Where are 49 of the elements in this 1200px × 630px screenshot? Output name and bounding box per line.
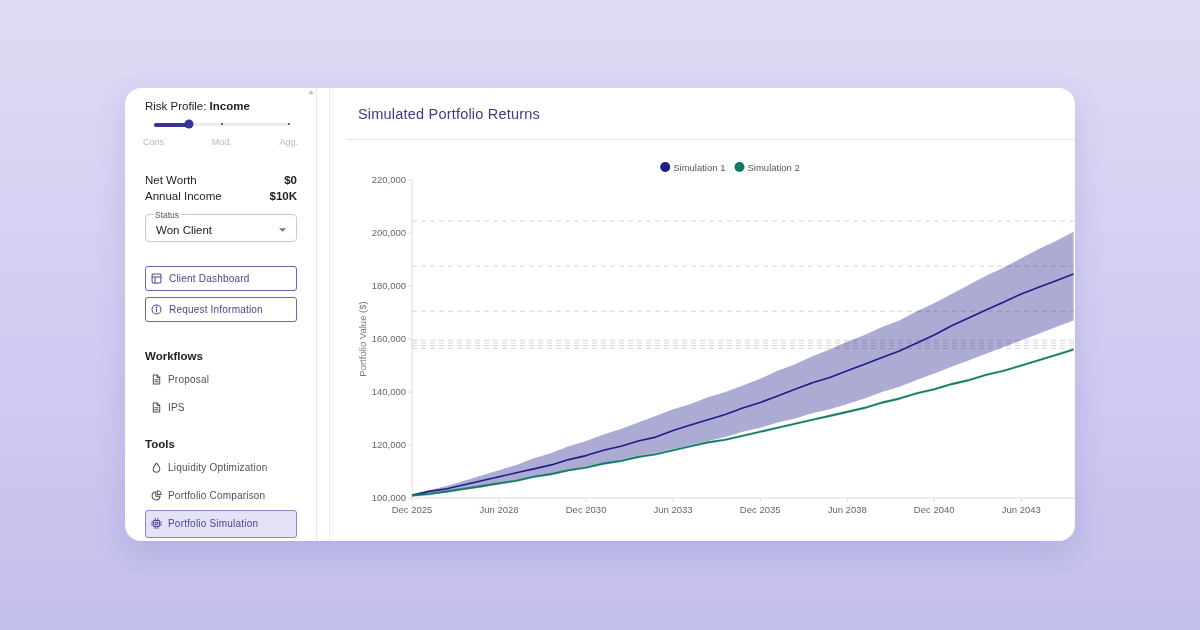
axis-tick-label: Dec 2035: [739, 503, 781, 515]
axis-tick-label: Jun 2028: [479, 503, 519, 515]
axis-tick-label: 120,000: [371, 439, 406, 451]
nav-item[interactable]: Proposal: [145, 365, 297, 394]
section-heading: Tools: [145, 436, 176, 452]
axis-tick-label: Dec 2040: [913, 503, 955, 515]
legend-label: Simulation 2: [747, 161, 800, 173]
axis-tick-label: Dec 2025: [391, 503, 433, 515]
action-button[interactable]: Client Dashboard: [145, 265, 297, 291]
info-icon: [151, 303, 162, 315]
axis-tick-label: 100,000: [371, 492, 406, 504]
axis-title: Portfolio Value ($): [357, 301, 368, 377]
axis-tick-label: 180,000: [371, 280, 406, 292]
nav-item[interactable]: Liquidity Optimization: [145, 453, 297, 482]
nav-item[interactable]: IPS: [145, 393, 297, 422]
document-icon: [151, 402, 162, 413]
chip-icon: [151, 518, 162, 529]
risk-slider-track[interactable]: [154, 122, 289, 126]
panel-title: Simulated Portfolio Returns: [358, 105, 540, 122]
status-select[interactable]: Status Won Client: [145, 209, 297, 242]
axis-tick-label: 220,000: [371, 174, 406, 186]
axis-tick-label: 200,000: [371, 227, 406, 239]
summary-label: Annual Income: [145, 188, 222, 204]
axis-tick-label: 140,000: [371, 386, 406, 398]
section-heading: Workflows: [145, 348, 204, 364]
axis-tick-label: Jun 2033: [653, 503, 693, 515]
slider-tick-label: Cons: [143, 135, 164, 148]
drop-icon: [151, 462, 162, 473]
axis-tick-label: Jun 2038: [827, 503, 867, 515]
slider-thumb[interactable]: [184, 119, 194, 129]
axis-tick-label: 160,000: [371, 333, 406, 345]
action-button[interactable]: Request Information: [145, 296, 297, 322]
risk-profile-label: Risk Profile: Income: [145, 99, 251, 113]
summary-value: $0: [284, 172, 297, 188]
select-label: Status: [154, 209, 181, 220]
summary-label: Net Worth: [145, 172, 197, 188]
nav-item[interactable]: Portfolio Simulation: [145, 509, 297, 538]
axis-tick-label: Dec 2030: [565, 503, 607, 515]
slider-tick-label: Mod.: [211, 135, 232, 148]
slider-tick-label: Agg.: [279, 135, 298, 148]
legend-label: Simulation 1: [673, 161, 726, 173]
document-icon: [151, 374, 162, 385]
nav-item[interactable]: Portfolio Comparison: [145, 481, 297, 510]
line-series: [411, 273, 1075, 497]
pie-chart-icon: [151, 490, 162, 501]
axis-tick-label: Jun 2043: [1001, 503, 1041, 515]
caret-icon: [279, 227, 286, 232]
panel-layout-icon: [151, 272, 162, 284]
summary-value: $10K: [269, 188, 297, 204]
